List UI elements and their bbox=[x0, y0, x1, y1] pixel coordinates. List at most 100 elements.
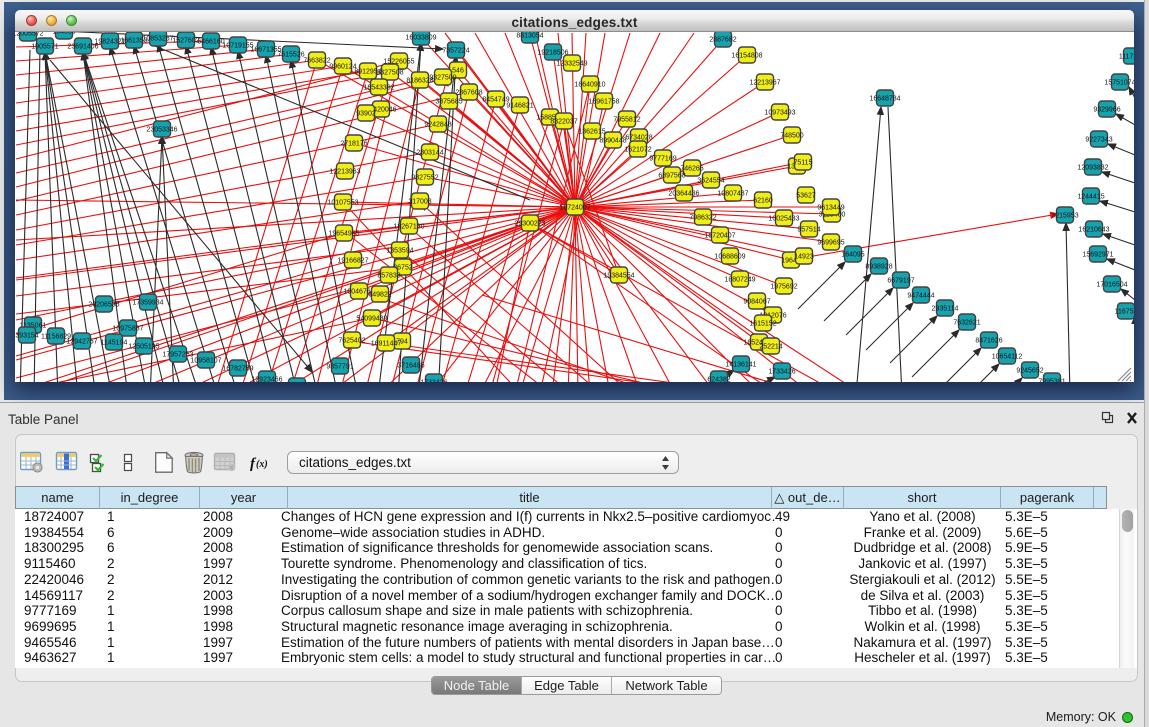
svg-text:9613449: 9613449 bbox=[817, 205, 844, 212]
svg-text:9245652: 9245652 bbox=[1016, 368, 1043, 375]
svg-text:6466160: 6466160 bbox=[197, 39, 224, 46]
svg-text:12213963: 12213963 bbox=[329, 169, 360, 176]
svg-text:16782759: 16782759 bbox=[222, 366, 253, 373]
svg-text:8813054: 8813054 bbox=[516, 33, 543, 40]
svg-text:10853267: 10853267 bbox=[142, 36, 173, 43]
svg-text:9242848: 9242848 bbox=[424, 122, 451, 129]
svg-text:624382: 624382 bbox=[707, 377, 730, 383]
svg-text:857833: 857833 bbox=[377, 273, 400, 280]
svg-text:7995381: 7995381 bbox=[1038, 379, 1065, 383]
svg-text:9084067: 9084067 bbox=[743, 299, 770, 306]
svg-text:19166827: 19166827 bbox=[337, 258, 368, 265]
svg-text:3875685: 3875685 bbox=[435, 99, 462, 106]
svg-text:16210643: 16210643 bbox=[1078, 227, 1109, 234]
svg-text:10688609: 10688609 bbox=[714, 254, 745, 261]
svg-text:1905571: 1905571 bbox=[31, 44, 58, 51]
svg-text:29300273: 29300273 bbox=[514, 221, 545, 228]
svg-text:16961758: 16961758 bbox=[588, 99, 619, 106]
svg-text:164033: 164033 bbox=[52, 32, 75, 36]
svg-text:9827552: 9827552 bbox=[411, 175, 438, 182]
svg-text:1362615: 1362615 bbox=[578, 129, 605, 136]
svg-text:7955812: 7955812 bbox=[613, 117, 640, 124]
svg-text:748500: 748500 bbox=[780, 133, 803, 140]
svg-text:393154: 393154 bbox=[15, 333, 38, 340]
svg-text:10973493: 10973493 bbox=[764, 110, 795, 117]
svg-text:1733426: 1733426 bbox=[768, 369, 795, 376]
svg-text:16648784: 16648784 bbox=[869, 96, 900, 103]
svg-text:1145194: 1145194 bbox=[101, 340, 128, 347]
svg-text:18267130: 18267130 bbox=[393, 224, 424, 231]
svg-text:16543382: 16543382 bbox=[363, 85, 394, 92]
svg-text:93902: 93902 bbox=[356, 111, 376, 118]
svg-text:1244415: 1244415 bbox=[1077, 194, 1104, 201]
svg-text:1117235: 1117235 bbox=[1119, 54, 1134, 61]
svg-text:6679197: 6679197 bbox=[887, 278, 914, 285]
svg-text:8471626: 8471626 bbox=[975, 338, 1002, 345]
svg-text:12213967: 12213967 bbox=[749, 80, 780, 87]
svg-text:75115: 75115 bbox=[794, 160, 813, 167]
svg-text:10975887: 10975887 bbox=[112, 326, 143, 333]
svg-text:54099489: 54099489 bbox=[356, 316, 387, 323]
svg-text:23053346: 23053346 bbox=[146, 127, 177, 134]
svg-text:7663822: 7663822 bbox=[303, 58, 330, 65]
svg-text:15720407: 15720407 bbox=[704, 233, 735, 240]
svg-text:14136141: 14136141 bbox=[725, 362, 756, 369]
svg-text:9227343: 9227343 bbox=[1085, 137, 1112, 144]
svg-text:1615152: 1615152 bbox=[749, 321, 776, 328]
svg-text:1527602: 1527602 bbox=[172, 38, 199, 45]
svg-text:19218506: 19218506 bbox=[537, 50, 568, 57]
svg-text:349822: 349822 bbox=[368, 292, 391, 299]
svg-text:12505135: 12505135 bbox=[128, 344, 159, 351]
svg-text:3624554: 3624554 bbox=[697, 178, 724, 185]
svg-text:1975692: 1975692 bbox=[770, 284, 797, 291]
svg-text:17957253: 17957253 bbox=[162, 352, 193, 359]
svg-text:17359934: 17359934 bbox=[132, 300, 163, 307]
svg-text:9857791: 9857791 bbox=[326, 364, 353, 371]
svg-text:7632621: 7632621 bbox=[953, 320, 980, 327]
svg-text:12005572: 12005572 bbox=[15, 32, 44, 38]
svg-text:18807249: 18807249 bbox=[724, 277, 755, 284]
svg-text:18724007: 18724007 bbox=[559, 205, 590, 212]
svg-text:17016504: 17016504 bbox=[1096, 282, 1127, 289]
svg-text:9777169: 9777169 bbox=[649, 156, 676, 163]
svg-text:7357224: 7357224 bbox=[442, 48, 469, 55]
svg-text:62160: 62160 bbox=[753, 198, 773, 205]
svg-text:12093832: 12093832 bbox=[1077, 165, 1108, 172]
svg-text:317008: 317008 bbox=[408, 199, 431, 206]
svg-text:12332549: 12332549 bbox=[556, 61, 587, 68]
svg-text:10107553: 10107553 bbox=[327, 200, 358, 207]
svg-text:3716485: 3716485 bbox=[397, 363, 424, 370]
svg-text:15692971: 15692971 bbox=[1082, 252, 1113, 259]
svg-text:10654112: 10654112 bbox=[992, 354, 1023, 361]
svg-text:20206536: 20206536 bbox=[88, 302, 119, 309]
svg-text:1621072: 1621072 bbox=[624, 147, 651, 154]
svg-text:19654985: 19654985 bbox=[328, 231, 359, 238]
svg-text:957514: 957514 bbox=[797, 227, 820, 234]
svg-text:7515526: 7515526 bbox=[277, 52, 304, 59]
svg-text:9699695: 9699695 bbox=[817, 240, 844, 247]
svg-text:2935114: 2935114 bbox=[932, 306, 959, 313]
svg-text:116753: 116753 bbox=[1115, 309, 1134, 316]
svg-text:53627: 53627 bbox=[796, 193, 816, 200]
svg-text:9329966: 9329966 bbox=[1093, 107, 1120, 114]
svg-text:7625402: 7625402 bbox=[338, 338, 365, 345]
svg-text:15751074: 15751074 bbox=[1104, 80, 1134, 87]
svg-text:10807487: 10807487 bbox=[717, 191, 748, 198]
svg-text:8990448: 8990448 bbox=[599, 138, 626, 145]
svg-text:1733426: 1733426 bbox=[420, 380, 447, 383]
svg-text:164095: 164095 bbox=[841, 252, 864, 259]
svg-text:8938928: 8938928 bbox=[865, 264, 892, 271]
svg-text:16911447: 16911447 bbox=[371, 341, 402, 348]
svg-text:2718176: 2718176 bbox=[340, 141, 367, 148]
svg-text:10719155: 10719155 bbox=[222, 43, 253, 50]
svg-text:8322037: 8322037 bbox=[550, 119, 577, 126]
svg-text:2803144: 2803144 bbox=[416, 150, 443, 157]
svg-text:2867608: 2867608 bbox=[455, 90, 482, 97]
svg-text:20364436: 20364436 bbox=[668, 191, 699, 198]
svg-text:12923466: 12923466 bbox=[251, 377, 282, 383]
svg-text:16154808: 16154808 bbox=[731, 53, 762, 60]
svg-text:16033809: 16033809 bbox=[405, 35, 436, 42]
svg-text:12942757: 12942757 bbox=[66, 339, 97, 346]
svg-text:1353594: 1353594 bbox=[386, 248, 413, 255]
svg-text:10025433: 10025433 bbox=[768, 216, 799, 223]
